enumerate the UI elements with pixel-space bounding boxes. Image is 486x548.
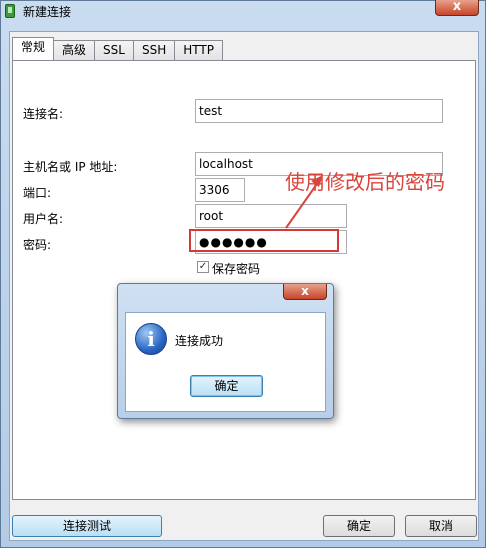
cancel-button[interactable]: 取消: [405, 515, 477, 537]
annotation-text: 使用修改后的密码: [285, 170, 445, 194]
annotation-arrow: [285, 175, 323, 229]
dialog-ok-button[interactable]: 确定: [190, 375, 263, 397]
ok-button[interactable]: 确定: [323, 515, 395, 537]
app-icon: [5, 4, 15, 18]
tab-ssl[interactable]: SSL: [94, 40, 134, 60]
window-close-button[interactable]: x: [435, 0, 479, 16]
tab-bar: 常规 高级 SSL SSH HTTP: [12, 37, 223, 60]
success-dialog: x i 连接成功 确定: [117, 283, 334, 419]
window-title: 新建连接: [23, 5, 72, 19]
tab-general[interactable]: 常规: [12, 37, 55, 60]
dialog-body: i 连接成功 确定: [125, 312, 326, 412]
title-bar: 新建连接 x: [1, 0, 485, 21]
general-panel: 连接名: test 主机名或 IP 地址: localhost 端口: 3306…: [12, 60, 476, 500]
connection-window: 新建连接 x 常规 高级 SSL SSH HTTP 连接名: test 主机名或…: [0, 0, 486, 548]
dialog-message: 连接成功: [175, 334, 224, 348]
tab-ssh[interactable]: SSH: [132, 40, 176, 60]
tab-http[interactable]: HTTP: [174, 40, 223, 60]
test-connection-button[interactable]: 连接测试: [12, 515, 162, 537]
dialog-close-button[interactable]: x: [283, 284, 327, 300]
tab-advanced[interactable]: 高级: [53, 40, 96, 60]
info-icon: i: [135, 323, 167, 355]
